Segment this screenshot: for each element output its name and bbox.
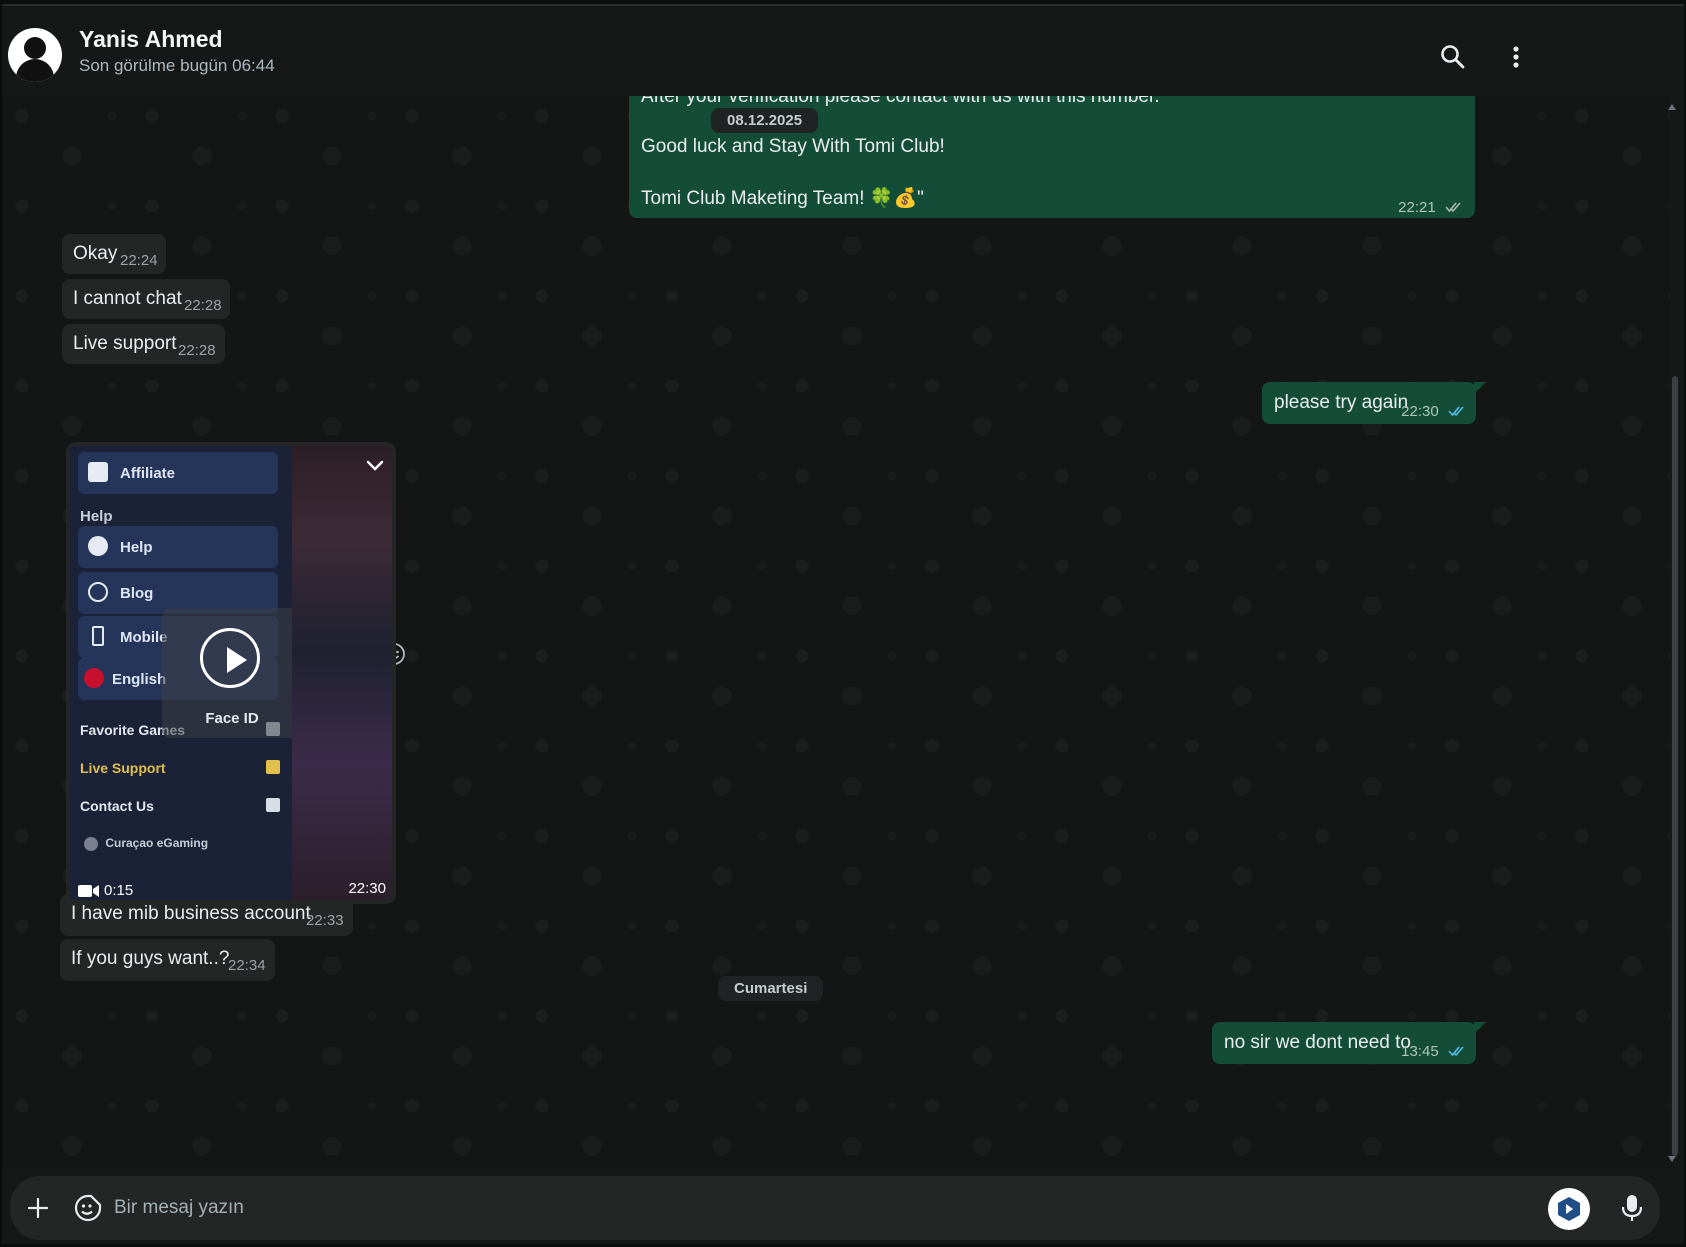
date-divider: 08.12.2025 [711,108,819,133]
last-seen-status: Son görülme bugün 06:44 [79,56,275,75]
message-time: 22:21 [1398,199,1436,216]
thumb-label: English [112,670,167,688]
message-text: please try again [1274,392,1409,413]
double-check-read-icon [1448,1046,1464,1057]
chat-header[interactable]: Yanis Ahmed Son görülme bugün 06:44 [2,6,1684,96]
message-text: no sir we dont need to [1224,1032,1411,1053]
contact-name[interactable]: Yanis Ahmed [79,26,223,53]
message-text: Live support [73,333,177,354]
avatar[interactable] [8,28,62,82]
message-meta: 22:21 [1398,196,1463,218]
message-text: Okay [73,243,118,264]
headset-icon [266,760,280,774]
message-text: Good luck and Stay With Tomi Club! [641,136,945,157]
assistant-app-icon[interactable] [1548,1188,1590,1230]
attach-plus-icon[interactable] [22,1192,54,1224]
video-message[interactable]: Affiliate Help Help Blog Mobile English … [66,442,396,904]
double-check-read-icon [1448,406,1464,417]
message-incoming[interactable]: Okay 22:24 [62,234,166,274]
composer-bar [2,1168,1684,1244]
message-meta: 13:45 [1401,1040,1466,1062]
avatar-body [16,59,54,82]
video-camera-icon [78,884,99,897]
chat-window: Yanis Ahmed Son görülme bugün 06:44 Afte… [2,4,1684,1244]
double-check-icon [1445,202,1461,213]
mobile-icon [92,626,104,646]
play-overlay[interactable]: Face ID [162,608,302,738]
video-duration-text: 0:15 [104,882,134,899]
video-thumbnail: Affiliate Help Help Blog Mobile English … [70,446,302,900]
scroll-up-arrow[interactable] [1668,104,1676,110]
thumb-label: Contact Us [80,798,154,814]
thumb-label: Live Support [80,760,166,776]
message-time: 22:24 [120,252,158,269]
message-input[interactable] [114,1188,1494,1228]
video-duration: 0:15 [78,882,133,899]
thumb-label: Curaçao eGaming [105,836,209,850]
thumb-faceid-label: Face ID [205,710,259,727]
avatar-head [24,37,46,59]
thumb-menu-affiliate: Affiliate [78,452,278,494]
message-outgoing[interactable]: please try again 22:30 [1262,382,1486,424]
scrollbar-thumb[interactable] [1672,376,1678,1156]
composer [10,1176,1660,1240]
scroll-down-arrow[interactable] [1668,1156,1676,1162]
chevron-down-icon[interactable] [364,454,386,476]
thumb-row-live-support: Live Support [80,760,280,776]
thumb-label: Mobile [120,628,168,646]
video-thumbnail-blur [292,446,392,900]
search-icon[interactable] [1436,40,1470,74]
thumb-label: Help [120,538,153,556]
message-incoming[interactable]: Live support 22:28 [62,324,225,364]
message-time: 13:45 [1401,1043,1439,1060]
message-meta: 22:30 [1401,400,1466,422]
message-incoming[interactable]: I cannot chat 22:28 [62,279,230,319]
message-time: 22:30 [1401,403,1439,420]
message-text: Tomi Club Maketing Team! 🍀💰" [641,188,924,209]
uk-flag-icon [84,668,104,688]
thumb-row-curacao: Curaçao eGaming [84,836,284,851]
message-text: After your verification please contact w… [641,96,1160,107]
affiliate-icon [88,462,108,482]
message-time: 22:28 [184,297,222,314]
thumb-row-contact: Contact Us [80,798,280,814]
message-text: I have mib business account [71,903,311,924]
chat-icon [266,798,280,812]
thumb-section-label: Help [80,508,113,525]
message-outgoing[interactable]: no sir we dont need to 13:45 [1212,1022,1486,1064]
more-options-icon[interactable] [1499,40,1533,74]
blog-icon [88,582,108,602]
bubble-tail [1474,1022,1486,1034]
curacao-logo-icon [84,836,98,851]
message-incoming[interactable]: If you guys want..? 22:34 [60,939,275,981]
play-icon[interactable] [200,628,260,688]
message-time: 22:34 [228,957,266,974]
thumb-menu-help: Help [78,526,278,568]
message-time: 22:33 [306,912,344,929]
message-text: I cannot chat [73,288,182,309]
message-time: 22:28 [178,342,216,359]
thumb-label: Affiliate [120,464,176,482]
bubble-tail [1474,382,1486,394]
help-icon [88,536,108,556]
microphone-icon[interactable] [1616,1192,1648,1224]
play-triangle [227,647,247,673]
date-divider: Cumartesi [718,976,824,1001]
message-time: 22:30 [348,880,386,897]
thumb-label: Blog [120,584,154,602]
sticker-emoji-icon[interactable] [72,1192,104,1224]
message-text: If you guys want..? [71,948,230,969]
